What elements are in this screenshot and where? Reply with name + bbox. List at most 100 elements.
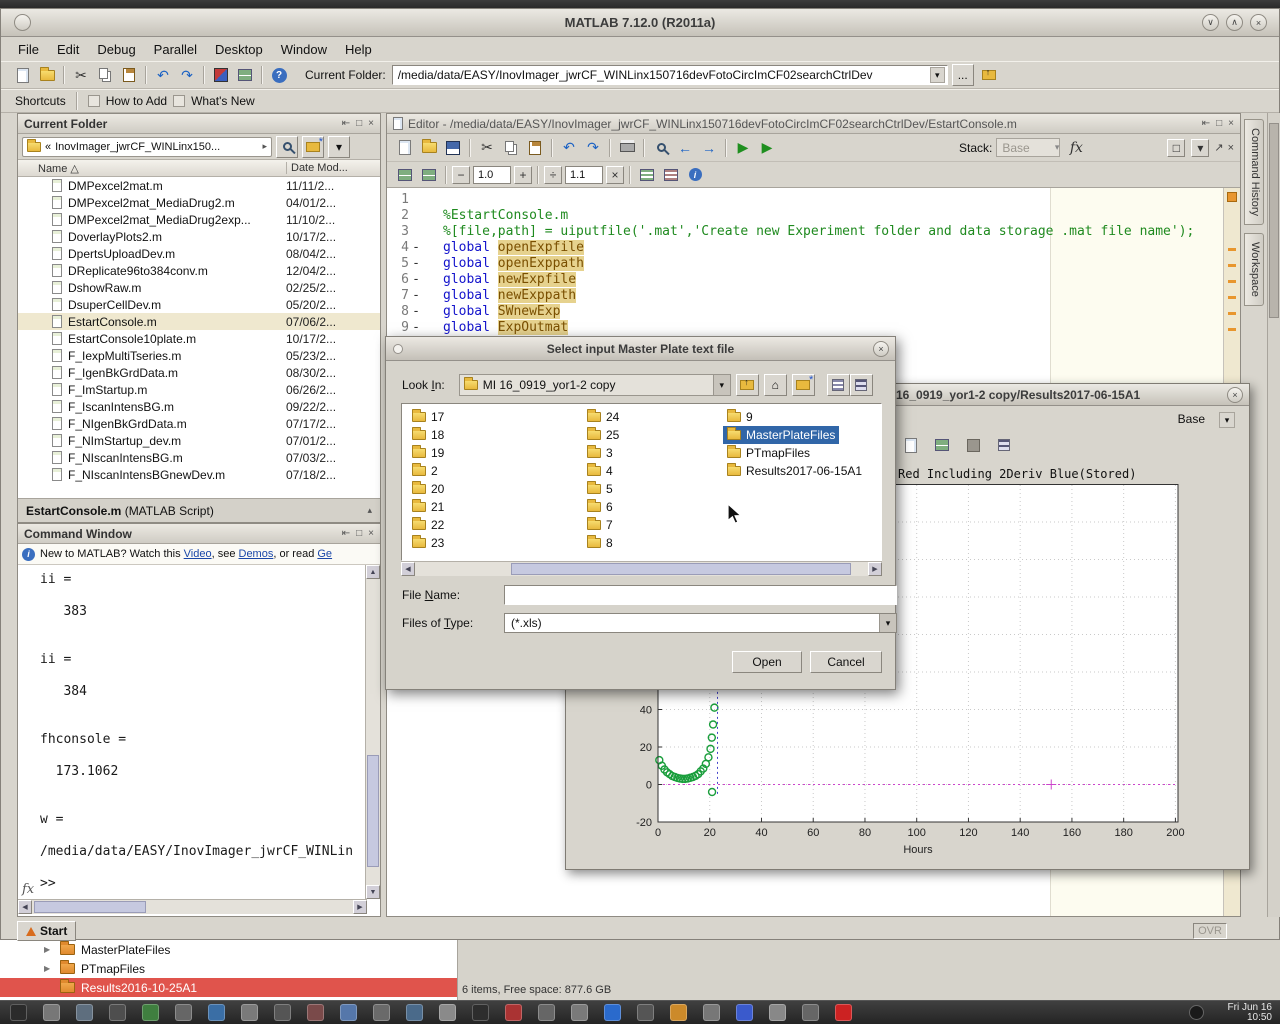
mlint-status-icon[interactable] — [1227, 192, 1237, 202]
paste-icon[interactable] — [118, 64, 140, 86]
breadcrumb-expand-icon[interactable]: ▸ — [262, 141, 267, 152]
menu-help[interactable]: Help — [336, 39, 381, 60]
taskbar-app-icon[interactable] — [76, 1004, 93, 1021]
taskbar-app-icon[interactable] — [505, 1004, 522, 1021]
scroll-right-button[interactable]: ▶ — [868, 562, 882, 576]
code-line[interactable]: 4-global openExpfile — [387, 240, 1223, 256]
close-panel-icon[interactable]: × — [368, 528, 374, 539]
start-button[interactable]: Start — [17, 921, 76, 941]
value-multiply-button[interactable]: × — [606, 166, 624, 184]
close-figure-button[interactable]: × — [1227, 387, 1243, 403]
close-panel-icon[interactable]: × — [1228, 118, 1234, 129]
folder-item[interactable]: MasterPlateFiles — [723, 426, 839, 444]
code-line[interactable]: 9-global ExpOutmat — [387, 320, 1223, 336]
dock-icon[interactable]: ⇤ — [1202, 118, 1210, 129]
clock-icon[interactable] — [1189, 1005, 1204, 1020]
taskbar-app-icon[interactable] — [208, 1004, 225, 1021]
new-figure-icon[interactable] — [900, 434, 922, 456]
code-line[interactable]: 3%[file,path] = uiputfile('.mat','Create… — [387, 224, 1223, 240]
folder-item[interactable]: 23 — [408, 534, 448, 552]
file-row[interactable]: DpertsUploadDev.m08/04/2... — [18, 245, 380, 262]
command-output[interactable]: ii = 383 ii = 384 fhconsole = 173.1062 w… — [18, 565, 365, 892]
expander-icon[interactable]: ▶ — [44, 964, 54, 973]
cell-tools-icon[interactable] — [660, 164, 682, 186]
menu-edit[interactable]: Edit — [48, 39, 88, 60]
find-icon[interactable] — [650, 137, 672, 159]
current-folder-field[interactable]: /media/data/EASY/InovImager_jwrCF_WINLin… — [392, 65, 948, 85]
folder-item[interactable]: 20 — [408, 480, 448, 498]
file-list-column-headers[interactable]: Name △ Date Mod... — [18, 160, 380, 177]
split-dropdown-button[interactable]: ▾ — [1191, 139, 1209, 157]
copy-icon[interactable] — [500, 137, 522, 159]
scroll-right-button[interactable]: ▶ — [353, 900, 367, 914]
file-row[interactable]: DMPexcel2mat.m11/11/2... — [18, 177, 380, 194]
split-view-button[interactable]: □ — [1167, 139, 1185, 157]
run-section-icon[interactable]: ▶ — [756, 137, 778, 159]
folder-item[interactable]: 5 — [583, 480, 617, 498]
file-row[interactable]: EstartConsole.m07/06/2... — [18, 313, 380, 330]
folder-item[interactable]: 8 — [583, 534, 617, 552]
cell-divider-icon[interactable] — [418, 164, 440, 186]
taskbar-app-icon[interactable] — [307, 1004, 324, 1021]
taskbar-app-icon[interactable] — [736, 1004, 753, 1021]
file-row[interactable]: F_NImStartup_dev.m07/01/2... — [18, 432, 380, 449]
folder-item[interactable]: PTmapFiles — [723, 444, 814, 462]
current-folder-dropdown-icon[interactable]: ▾ — [930, 67, 945, 83]
taskbar-app-icon[interactable] — [802, 1004, 819, 1021]
file-row[interactable]: DshowRaw.m02/25/2... — [18, 279, 380, 296]
open-button[interactable]: Open — [732, 651, 802, 673]
file-row[interactable]: F_IscanIntensBG.m09/22/2... — [18, 398, 380, 415]
folder-item[interactable]: 25 — [583, 426, 623, 444]
value-increment-button[interactable]: + — [514, 166, 532, 184]
file-row[interactable]: DsuperCellDev.m05/20/2... — [18, 296, 380, 313]
close-button[interactable]: × — [1250, 14, 1267, 31]
mlint-warning-tick[interactable] — [1228, 312, 1236, 315]
menu-desktop[interactable]: Desktop — [206, 39, 272, 60]
hscrollbar-thumb[interactable] — [511, 563, 851, 575]
maximize-panel-icon[interactable]: □ — [356, 528, 362, 539]
code-line[interactable]: 7-global newExppath — [387, 288, 1223, 304]
file-row[interactable]: EstartConsole10plate.m10/17/2... — [18, 330, 380, 347]
folder-list[interactable]: 171819220212223 2425345678 9MasterPlateF… — [401, 403, 882, 561]
code-line[interactable]: 1 — [387, 192, 1223, 208]
run-icon[interactable]: ▶ — [732, 137, 754, 159]
taskbar-app-icon[interactable] — [637, 1004, 654, 1021]
taskbar-app-icon[interactable] — [604, 1004, 621, 1021]
print-icon[interactable] — [616, 137, 638, 159]
actions-gear-button[interactable]: ▾ — [328, 136, 350, 158]
maximize-panel-icon[interactable]: □ — [1216, 118, 1222, 129]
folder-item[interactable]: 2 — [408, 462, 442, 480]
table-view-icon[interactable] — [993, 434, 1015, 456]
file-row[interactable]: DMPexcel2mat_MediaDrug2.m04/01/2... — [18, 194, 380, 211]
taskbar-app-icon[interactable] — [43, 1004, 60, 1021]
taskbar-app-icon[interactable] — [406, 1004, 423, 1021]
value-divide-button[interactable]: ÷ — [544, 166, 562, 184]
undock-editor-icon[interactable]: ↗ — [1214, 141, 1223, 154]
cell-insert-icon[interactable] — [394, 164, 416, 186]
file-browser-row[interactable]: ▶PTmapFiles — [0, 959, 457, 978]
folder-item[interactable]: 7 — [583, 516, 617, 534]
taskbar-app-icon[interactable] — [571, 1004, 588, 1021]
go-forward-icon[interactable]: → — [698, 137, 720, 159]
collapse-detail-icon[interactable]: ▴ — [367, 505, 372, 516]
value-decrement-button[interactable]: − — [452, 166, 470, 184]
file-browser-row[interactable]: Results2016-10-25A1 — [0, 978, 457, 997]
save-icon[interactable] — [442, 137, 464, 159]
mlint-warning-tick[interactable] — [1228, 296, 1236, 299]
paste-icon[interactable] — [524, 137, 546, 159]
stack-combo[interactable]: Base▾ — [996, 138, 1060, 157]
info-icon[interactable]: i — [684, 164, 706, 186]
dock-tab-workspace[interactable]: Workspace — [1244, 233, 1264, 306]
search-button[interactable] — [276, 136, 298, 158]
minimize-button[interactable]: ∨ — [1202, 14, 1219, 31]
undo-icon[interactable]: ↶ — [558, 137, 580, 159]
window-menu-button[interactable] — [14, 14, 31, 31]
current-folder-header[interactable]: Current Folder ⇤ □ × — [18, 114, 380, 134]
command-window-hscrollbar[interactable]: ◀ ▶ — [18, 899, 367, 914]
menu-window[interactable]: Window — [272, 39, 336, 60]
undo-icon[interactable]: ↶ — [152, 64, 174, 86]
taskbar-app-icon[interactable] — [439, 1004, 456, 1021]
hscrollbar-thumb[interactable] — [34, 901, 146, 913]
file-row[interactable]: DReplicate96to384conv.m12/04/2... — [18, 262, 380, 279]
taskbar-app-icon[interactable] — [274, 1004, 291, 1021]
